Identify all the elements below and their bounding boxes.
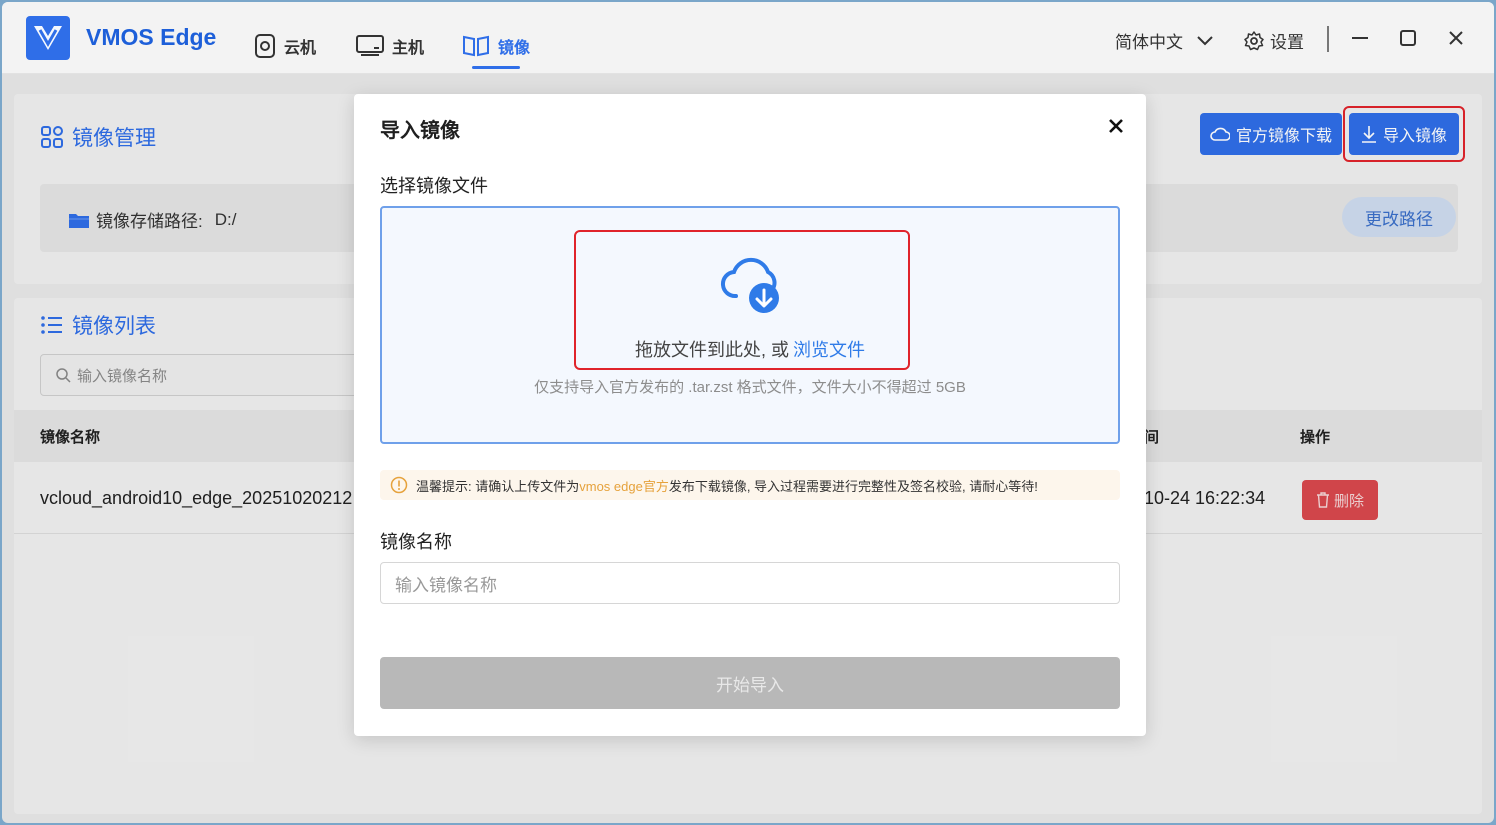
notice-suffix: 发布下载镜像, 导入过程需要进行完整性及签名校验, 请耐心等待! (668, 478, 1038, 494)
host-monitor-icon (356, 35, 384, 56)
maximize-icon (1400, 30, 1416, 46)
app-name: VMOS Edge (86, 24, 217, 50)
dialog-title: 导入镜像 (380, 120, 460, 142)
info-icon (390, 476, 408, 494)
gear-icon (1244, 30, 1264, 50)
app-window: VMOS Edge 云机 主机 镜像 简体中文 设置 镜像管理 官方镜像下载 导… (2, 2, 1494, 823)
notice-highlight: vmos edge官方 (579, 478, 669, 494)
nav-tab-host-label: 主机 (392, 40, 425, 57)
notice-prefix: 温馨提示: 请确认上传文件为 (416, 478, 580, 494)
image-name-label: 镜像名称 (380, 532, 452, 552)
cloud-phone-icon (255, 34, 275, 58)
nav-tab-cloud[interactable]: 云机 (254, 32, 316, 60)
title-bar: VMOS Edge 云机 主机 镜像 简体中文 设置 (2, 2, 1494, 74)
close-icon (1449, 31, 1463, 45)
dropzone-hint: 仅支持导入官方发布的 .tar.zst 格式文件，文件大小不得超过 5GB (534, 379, 966, 396)
language-selector[interactable]: 简体中文 (1115, 28, 1213, 53)
settings-button[interactable]: 设置 (1244, 28, 1304, 53)
mirror-book-icon (463, 35, 489, 57)
minimize-icon (1352, 37, 1368, 39)
dropzone-highlight (574, 230, 910, 370)
close-window-button[interactable] (1444, 26, 1468, 50)
file-select-label: 选择镜像文件 (380, 176, 488, 196)
nav-tab-mirror-label: 镜像 (498, 40, 531, 57)
import-image-dialog: 导入镜像 选择镜像文件 拖放文件到此处, 或浏览文件 仅支持导入官方发布的 .t… (354, 94, 1146, 736)
app-logo-icon (26, 16, 70, 60)
close-icon (1109, 119, 1123, 133)
settings-label: 设置 (1270, 33, 1304, 52)
dialog-close-button[interactable] (1106, 116, 1126, 136)
chevron-down-icon (1197, 35, 1213, 45)
nav-tab-host[interactable]: 主机 (356, 32, 424, 60)
titlebar-divider (1327, 26, 1329, 52)
nav-tab-cloud-label: 云机 (284, 40, 317, 57)
image-name-input[interactable]: 输入镜像名称 (380, 562, 1120, 604)
nav-tab-mirror[interactable]: 镜像 (462, 32, 530, 60)
file-dropzone[interactable]: 拖放文件到此处, 或浏览文件 仅支持导入官方发布的 .tar.zst 格式文件，… (380, 206, 1120, 444)
active-tab-indicator (472, 66, 520, 69)
start-import-button[interactable]: 开始导入 (380, 657, 1120, 709)
language-label: 简体中文 (1115, 33, 1183, 52)
maximize-button[interactable] (1396, 26, 1420, 50)
image-name-placeholder: 输入镜像名称 (395, 575, 497, 595)
warm-tip-notice: 温馨提示: 请确认上传文件为 vmos edge官方 发布下载镜像, 导入过程需要进… (380, 470, 1120, 500)
minimize-button[interactable] (1348, 26, 1372, 50)
